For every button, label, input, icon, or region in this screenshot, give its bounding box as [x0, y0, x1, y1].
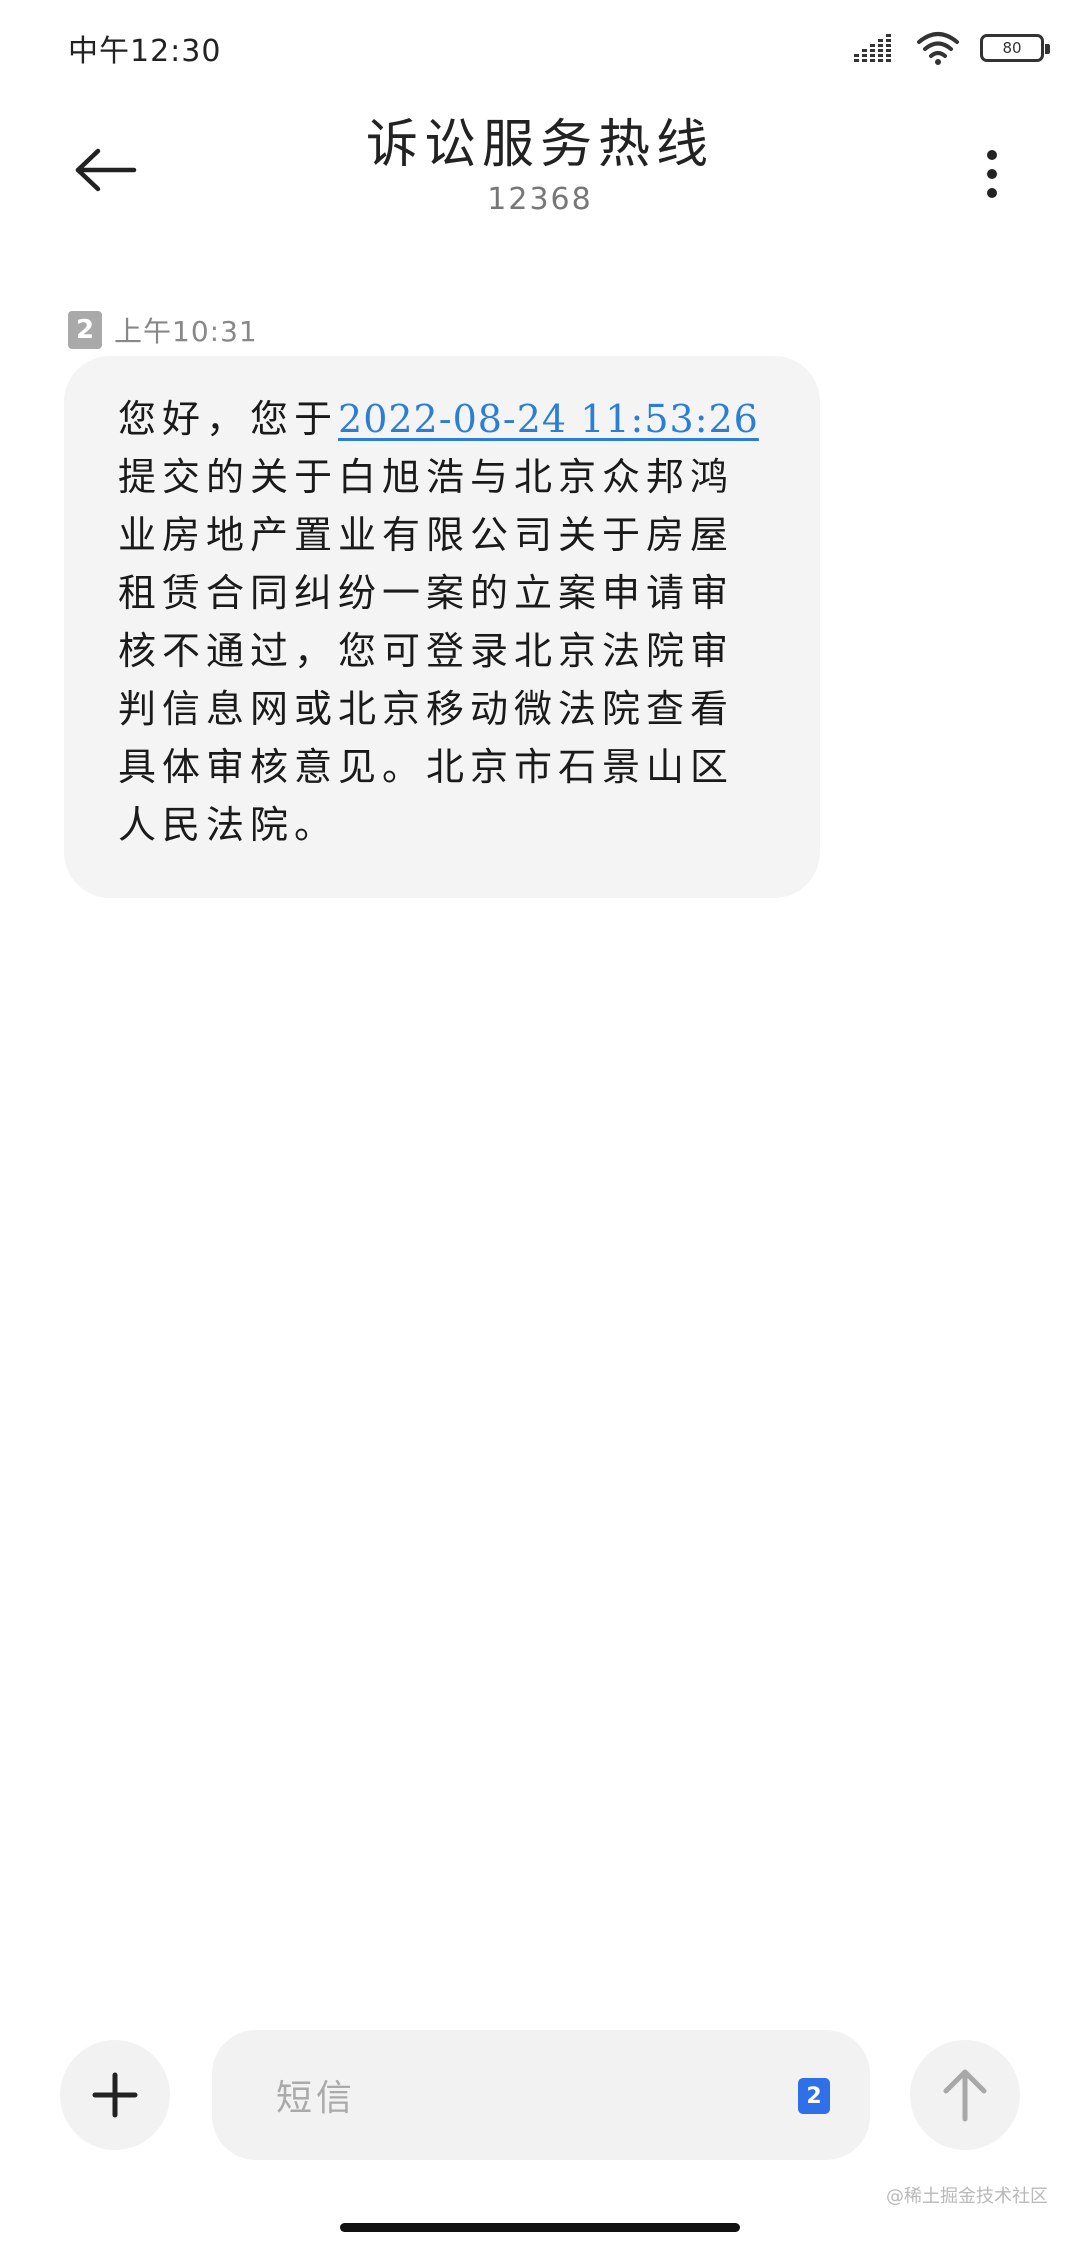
add-attachment-button[interactable] [60, 2040, 170, 2150]
plus-icon [92, 2072, 138, 2118]
contact-info: 诉讼服务热线 12368 [0, 110, 1080, 220]
status-icons: 80 [852, 30, 1050, 66]
signal-icon [852, 34, 896, 62]
sms-input[interactable]: 短信 2 [212, 2030, 870, 2160]
send-button[interactable] [910, 2040, 1020, 2150]
sim-select-button[interactable]: 2 [798, 2078, 830, 2114]
wifi-icon [917, 32, 959, 65]
message-meta: 2 上午10:31 [68, 310, 258, 350]
compose-bar: 短信 2 [0, 2030, 1080, 2160]
more-vertical-icon [987, 150, 997, 198]
status-time: 中午12:30 [68, 34, 222, 69]
home-indicator[interactable] [340, 2223, 740, 2232]
message-text: 您好，您于2022-08-24 11:53:26 提交的关于白旭浩与北京众邦鸿业房… [118, 390, 764, 854]
watermark: @稀土掘金技术社区 [886, 2186, 1048, 2207]
message-text-before: 您好，您于 [118, 397, 339, 441]
arrow-up-icon [943, 2069, 987, 2122]
more-options-button[interactable] [962, 138, 1022, 210]
battery-level: 80 [1002, 39, 1022, 57]
message-datetime-link[interactable]: 2022-08-24 11:53:26 [338, 397, 759, 441]
contact-name: 诉讼服务热线 [365, 115, 714, 175]
contact-number: 12368 [487, 182, 593, 217]
status-bar: 中午12:30 80 [0, 0, 1080, 96]
sim-badge: 2 [68, 311, 102, 349]
sms-conversation-screen: 中午12:30 80 诉讼服务热线 12368 2 上午10:31 您好，您于2… [0, 0, 1080, 2248]
message-time: 上午10:31 [114, 315, 258, 348]
message-text-after: 提交的关于白旭浩与北京众邦鸿业房地产置业有限公司关于房屋租赁合同纠纷一案的立案申… [118, 455, 735, 847]
sms-input-placeholder: 短信 [276, 2078, 357, 2119]
battery-icon: 80 [980, 34, 1050, 62]
conversation-header: 诉讼服务热线 12368 [0, 100, 1080, 240]
message-bubble[interactable]: 您好，您于2022-08-24 11:53:26 提交的关于白旭浩与北京众邦鸿业房… [64, 356, 820, 898]
